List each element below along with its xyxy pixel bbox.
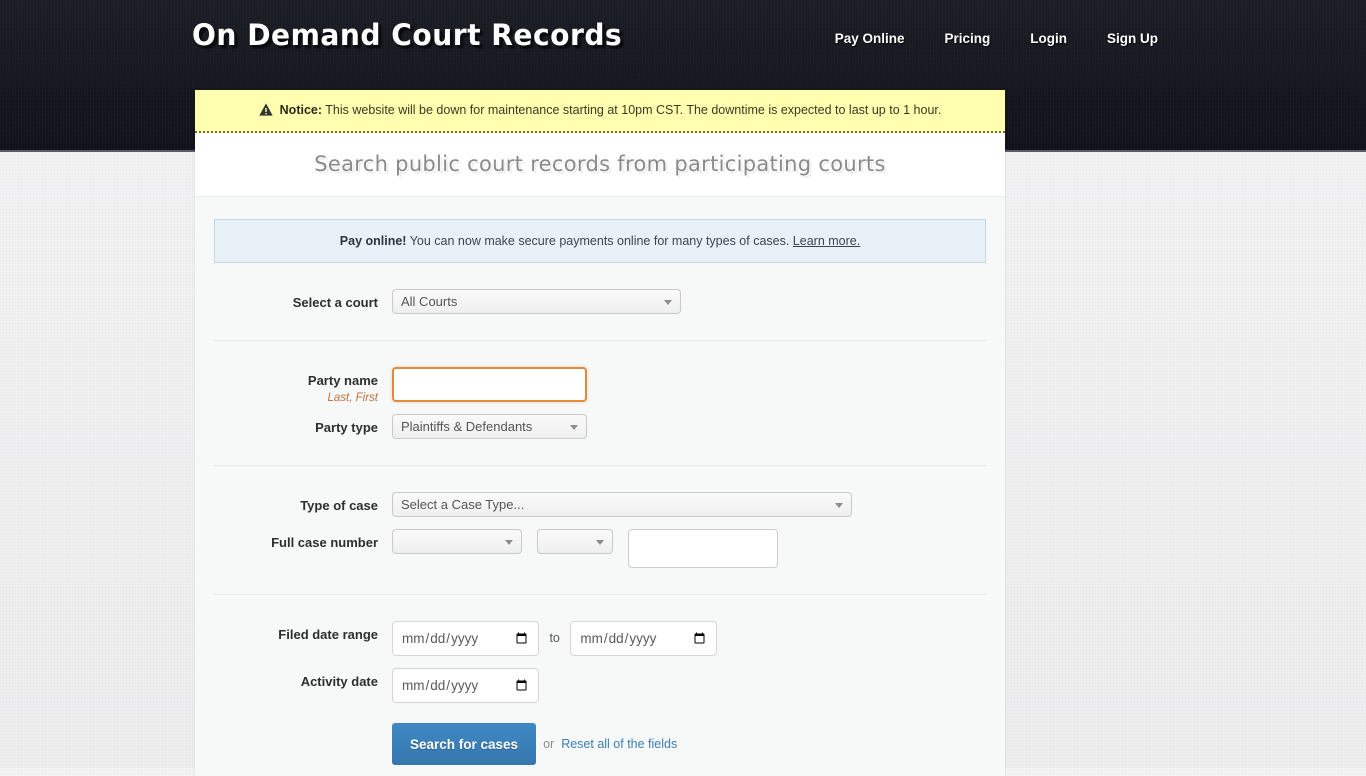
filed-date-label: Filed date range (278, 627, 378, 642)
filed-date-row: Filed date range to (214, 621, 986, 656)
info-box-strong: Pay online! (339, 234, 407, 248)
case-number-row: Full case number (214, 529, 986, 568)
party-name-label-main: Party name (307, 373, 378, 388)
site-logo[interactable]: On Demand Court Records (192, 18, 622, 52)
party-name-input[interactable] (392, 367, 587, 402)
case-number-input[interactable] (627, 529, 778, 568)
pay-online-info-box: Pay online! You can now make secure paym… (214, 219, 986, 263)
reset-fields-link[interactable]: Reset all of the fields (561, 737, 677, 751)
content-panel: Notice: This website will be down for ma… (195, 90, 1005, 776)
search-for-cases-button[interactable]: Search for cases (392, 723, 537, 766)
case-number-label: Full case number (271, 535, 378, 550)
notice-message: This website will be down for maintenanc… (322, 103, 942, 117)
case-number-middle-wrapper (536, 529, 613, 554)
case-type-label: Type of case (300, 498, 378, 513)
maintenance-notice: Notice: This website will be down for ma… (195, 90, 1005, 133)
party-type-select-wrapper: Plaintiffs & Defendants (392, 414, 587, 439)
party-type-label: Party type (315, 420, 378, 435)
date-range-separator: to (549, 631, 560, 646)
party-type-select[interactable]: Plaintiffs & Defendants (392, 414, 587, 439)
submit-row: Search for cases or Reset all of the fie… (195, 703, 1005, 766)
case-number-prefix-wrapper (392, 529, 522, 554)
court-row: Select a court All Courts (214, 289, 986, 314)
notice-label: Notice: (279, 103, 323, 117)
court-select[interactable]: All Courts (392, 289, 681, 314)
activity-date-row: Activity date (214, 668, 986, 704)
activity-date-input[interactable] (392, 668, 539, 704)
party-name-label: Party name Last, First (214, 367, 392, 406)
or-text: or (543, 737, 555, 752)
page-title: Search public court records from partici… (314, 152, 886, 176)
party-name-row: Party name Last, First (214, 367, 986, 406)
nav-login[interactable]: Login (1010, 27, 1087, 50)
nav-pay-online[interactable]: Pay Online (815, 27, 925, 50)
party-type-row: Party type Plaintiffs & Defendants (214, 414, 986, 439)
warning-triangle-icon (258, 103, 273, 116)
case-type-select-wrapper: Select a Case Type... (392, 492, 852, 517)
search-form: Pay online! You can now make secure paym… (195, 196, 1005, 776)
court-label: Select a court (292, 295, 378, 310)
main-navigation: Pay Online Pricing Login Sign Up (815, 27, 1178, 50)
party-name-sublabel: Last, First (327, 392, 378, 404)
case-type-select[interactable]: Select a Case Type... (392, 492, 852, 517)
nav-pricing[interactable]: Pricing (924, 27, 1010, 50)
info-box-text: You can now make secure payments online … (406, 234, 793, 248)
nav-sign-up[interactable]: Sign Up (1087, 27, 1178, 50)
case-number-middle-select[interactable] (536, 529, 613, 554)
filed-date-from-input[interactable] (392, 621, 539, 656)
case-type-row: Type of case Select a Case Type... (214, 492, 986, 517)
filed-date-to-input[interactable] (570, 621, 718, 656)
activity-date-label: Activity date (300, 674, 378, 690)
learn-more-link[interactable]: Learn more. (793, 234, 860, 248)
court-select-wrapper: All Courts (392, 289, 681, 314)
case-number-prefix-select[interactable] (392, 529, 522, 554)
